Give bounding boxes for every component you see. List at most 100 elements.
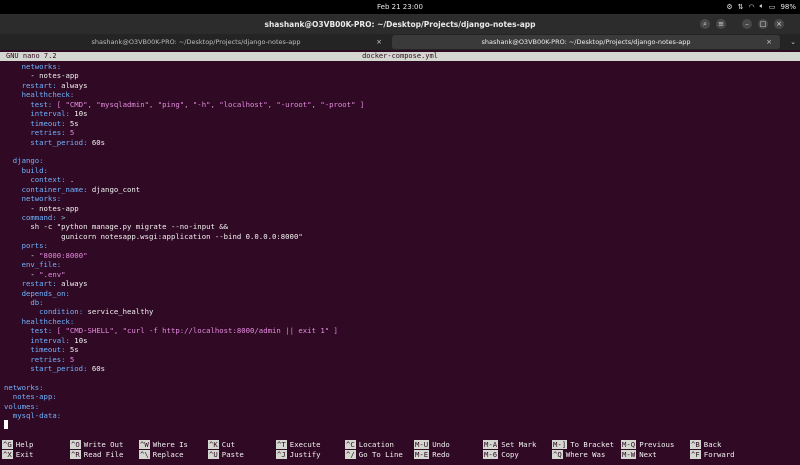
shortcut-paste[interactable]: ^U Paste (208, 450, 244, 459)
code-line: mysql-data: (4, 411, 364, 420)
shortcut-back[interactable]: ^B Back (690, 440, 721, 449)
shortcut-key: ^B (690, 440, 701, 449)
code-token: 5 (65, 128, 75, 138)
code-token: depends_on: (21, 288, 70, 298)
shortcut-exit[interactable]: ^X Exit (2, 450, 33, 459)
shortcut-key: M-E (414, 450, 430, 459)
terminal-area[interactable]: GNU nano 7.2 docker-compose.yml networks… (0, 50, 800, 465)
shortcut-go-to-line[interactable]: ^/Go To Line (345, 450, 403, 459)
shortcut-to-bracket[interactable]: M-] To Bracket (552, 440, 614, 449)
shortcut-label: Write Out (83, 440, 124, 449)
settings-icon[interactable]: ⚙ (726, 3, 732, 11)
shortcut-next[interactable]: M-W Next (621, 450, 657, 459)
code-line: retries: 5 (4, 128, 364, 137)
shortcut-help[interactable]: ^G Help (2, 440, 33, 449)
code-line: healthcheck: (4, 90, 364, 99)
network-icon[interactable]: ⇅ (738, 3, 744, 11)
shortcut-key: M-A (483, 440, 499, 449)
code-line: gunicorn notesapp.wsgi:application --bin… (4, 232, 364, 241)
code-token: start_period: (30, 364, 88, 373)
shortcut-undo[interactable]: M-U Undo (414, 440, 450, 449)
code-token: - notes-app (4, 203, 79, 213)
shortcut-cut[interactable]: ^K Cut (208, 440, 235, 449)
shortcut-copy[interactable]: M-6 Copy (483, 450, 519, 459)
clock[interactable]: Feb 21 23:00 (0, 3, 800, 11)
shortcut-where-is[interactable]: ^W Where Is (139, 440, 188, 449)
code-token: . (65, 175, 75, 185)
shortcut-label: Forward (703, 450, 735, 459)
search-icon[interactable]: ⌕ (700, 19, 710, 29)
shortcut-key: ^K (208, 440, 219, 449)
code-line: networks: (4, 383, 364, 392)
code-line: volumes: (4, 402, 364, 411)
code-token: 60s (87, 364, 106, 373)
code-token: networks: (4, 382, 44, 392)
code-line: retries: 5 (4, 355, 364, 364)
code-token: networks: (21, 62, 62, 71)
shortcut-execute[interactable]: ^T Execute (276, 440, 321, 449)
code-token: "CMD-SHELL", "curl -f http://localhost:8… (65, 326, 330, 336)
battery-icon[interactable]: ▭ (769, 3, 776, 11)
menu-icon[interactable]: ≡ (716, 19, 726, 29)
code-line: timeout: 5s (4, 119, 364, 128)
shortcut-label: Location (358, 440, 394, 449)
editor-buffer[interactable]: networks: - notes-app restart: always he… (4, 62, 364, 421)
code-line: test: [ "CMD-SHELL", "curl -f http://loc… (4, 326, 364, 335)
shortcut-where-was[interactable]: ^Q Where Was (552, 450, 605, 459)
code-token: always (56, 80, 88, 90)
nano-header: GNU nano 7.2 docker-compose.yml (0, 52, 800, 61)
shortcut-redo[interactable]: M-E Redo (414, 450, 450, 459)
shortcut-label: Next (639, 450, 657, 459)
code-token: > (56, 213, 66, 222)
shortcut-label: Paste (221, 450, 244, 459)
code-line: ports: (4, 241, 364, 250)
volume-icon[interactable]: 🔈︎ (760, 2, 764, 11)
shortcut-key: ^W (139, 440, 150, 449)
tab-1[interactable]: shashank@O3VB00K-PRO: ~/Desktop/Projects… (2, 35, 390, 49)
close-icon[interactable]: × (774, 19, 784, 29)
shortcut-location[interactable]: ^C Location (345, 440, 394, 449)
tab-label: shashank@O3VB00K-PRO: ~/Desktop/Projects… (91, 38, 301, 46)
shortcut-forward[interactable]: ^F Forward (690, 450, 735, 459)
code-line: db: (4, 298, 364, 307)
code-token: - (4, 269, 40, 279)
code-token: networks: (21, 194, 62, 204)
shortcut-write-out[interactable]: ^O Write Out (70, 440, 123, 449)
code-token: timeout: (30, 118, 66, 128)
code-line: restart: always (4, 81, 364, 90)
system-tray[interactable]: ⚙ ⇅ ◠ 🔈︎ ▭ 98% (726, 2, 796, 11)
wifi-icon[interactable]: ◠ (749, 3, 755, 11)
shortcut-justify[interactable]: ^J Justify (276, 450, 321, 459)
code-token: container_name: (21, 184, 88, 194)
shortcut-replace[interactable]: ^\ Replace (139, 450, 184, 459)
tab-menu-icon[interactable]: ⌄ (790, 35, 796, 49)
code-token: interval: (30, 335, 70, 345)
code-token: ".env" (39, 269, 66, 279)
shortcut-key: ^U (208, 450, 219, 459)
code-token: django_cont (87, 184, 141, 194)
shortcut-key: ^/ (345, 450, 356, 459)
maximize-icon[interactable]: □ (758, 19, 768, 29)
tab-close-icon[interactable]: × (376, 35, 382, 49)
shortcut-label: Justify (289, 450, 321, 459)
tab-close-icon[interactable]: × (766, 35, 772, 49)
shortcut-previous[interactable]: M-Q Previous (621, 440, 674, 449)
code-token: [ (52, 326, 66, 336)
shortcut-label: Redo (432, 450, 450, 459)
tab-2[interactable]: shashank@O3VB00K-PRO: ~/Desktop/Projects… (392, 35, 780, 49)
system-top-bar: Feb 21 23:00 ⚙ ⇅ ◠ 🔈︎ ▭ 98% (0, 0, 800, 14)
shortcut-read-file[interactable]: ^R Read File (70, 450, 123, 459)
code-token: service_healthy (83, 307, 154, 317)
window-title: shashank@O3VB00K-PRO: ~/Desktop/Projects… (264, 20, 536, 29)
shortcut-set-mark[interactable]: M-A Set Mark (483, 440, 536, 449)
minimize-icon[interactable]: – (742, 19, 752, 29)
code-line: - notes-app (4, 204, 364, 213)
